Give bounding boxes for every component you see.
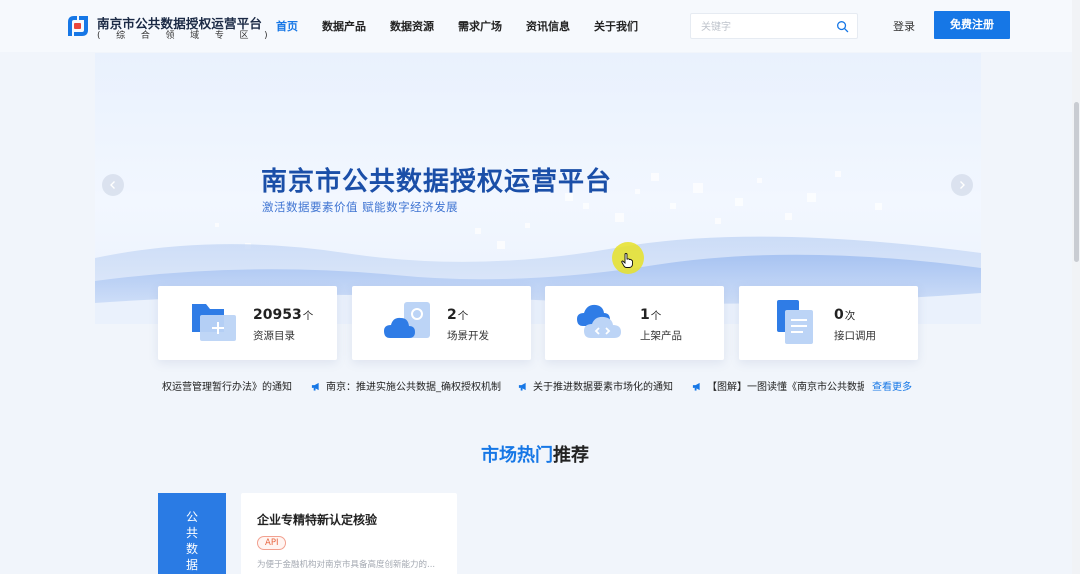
document-api-icon <box>777 300 813 344</box>
cloud-code-icon <box>577 304 621 338</box>
ticker-item[interactable]: 【图解】一图读懂《南京市公共数据 <box>692 378 864 393</box>
brand-subtitle: ( 综 合 领 域 专 区 ) <box>97 31 275 41</box>
megaphone-icon <box>311 382 319 391</box>
search-input[interactable] <box>701 19 831 35</box>
cloud-scene-icon <box>384 302 430 338</box>
megaphone-icon <box>692 382 700 391</box>
news-ticker: 权运营管理暂行办法》的通知 南京：推进实施公共数据_确权授权机制 关于推进数据要… <box>158 376 864 394</box>
stat-value: 1个 <box>640 307 662 323</box>
stat-label: 接口调用 <box>834 330 876 342</box>
product-title: 企业专精特新认定核验 <box>257 513 378 527</box>
stat-value: 2个 <box>447 307 469 323</box>
search-box <box>690 13 858 39</box>
banner-prev-button[interactable] <box>102 174 124 196</box>
stat-value: 20953个 <box>253 307 314 323</box>
main-nav: 首页 数据产品 数据资源 需求广场 资讯信息 关于我们 <box>276 18 662 34</box>
banner-subtitle: 激活数据要素价值 赋能数字经济发展 <box>262 200 459 214</box>
stat-card-scenarios[interactable]: 2个 场景开发 <box>352 286 531 360</box>
login-link[interactable]: 登录 <box>893 18 915 34</box>
banner-next-button[interactable] <box>951 174 973 196</box>
hand-cursor-icon <box>621 253 633 268</box>
stat-label: 上架产品 <box>640 330 682 342</box>
banner-title: 南京市公共数据授权运营平台 <box>261 167 613 197</box>
stat-label: 资源目录 <box>253 330 295 342</box>
chevron-right-icon <box>960 181 965 189</box>
nav-item-news[interactable]: 资讯信息 <box>526 18 570 34</box>
nav-item-data-resources[interactable]: 数据资源 <box>390 18 434 34</box>
nav-item-demand-square[interactable]: 需求广场 <box>458 18 502 34</box>
register-button[interactable]: 免费注册 <box>934 11 1010 39</box>
hero-banner: 南京市公共数据授权运营平台 激活数据要素价值 赋能数字经济发展 <box>95 53 981 324</box>
megaphone-icon <box>518 382 526 391</box>
stat-card-resources[interactable]: 20953个 资源目录 <box>158 286 337 360</box>
stat-card-products[interactable]: 1个 上架产品 <box>545 286 724 360</box>
search-icon[interactable] <box>836 20 849 33</box>
stat-value: 0次 <box>834 307 856 323</box>
product-type-badge: API <box>257 536 287 550</box>
ticker-item[interactable]: 关于推进数据要素市场化的通知 <box>518 378 673 393</box>
chevron-left-icon <box>110 181 115 189</box>
view-more-link[interactable]: 查看更多 <box>872 378 912 393</box>
folder-icon <box>192 304 236 341</box>
stat-card-api-calls[interactable]: 0次 接口调用 <box>739 286 918 360</box>
nav-item-data-products[interactable]: 数据产品 <box>322 18 366 34</box>
ticker-item[interactable]: 南京：推进实施公共数据_确权授权机制 <box>311 378 501 393</box>
page-scrollbar[interactable] <box>1072 0 1080 574</box>
nav-item-home[interactable]: 首页 <box>276 18 298 34</box>
category-tab-public-data[interactable]: 公 共 数 据 库 <box>158 493 226 574</box>
scrollbar-thumb[interactable] <box>1074 102 1079 262</box>
ticker-item[interactable]: 权运营管理暂行办法》的通知 <box>162 378 292 393</box>
product-description: 为便于金融机构对南京市具备高度创新能力的... <box>257 560 436 570</box>
stat-label: 场景开发 <box>447 330 489 342</box>
nav-item-about[interactable]: 关于我们 <box>594 18 638 34</box>
top-header: 南京市公共数据授权运营平台 ( 综 合 领 域 专 区 ) 首页 数据产品 数据… <box>0 0 1080 52</box>
section-title: 市场热门推荐 <box>481 445 589 466</box>
product-card[interactable]: 企业专精特新认定核验 API 为便于金融机构对南京市具备高度创新能力的... <box>241 493 457 574</box>
platform-logo-icon[interactable] <box>66 14 90 38</box>
